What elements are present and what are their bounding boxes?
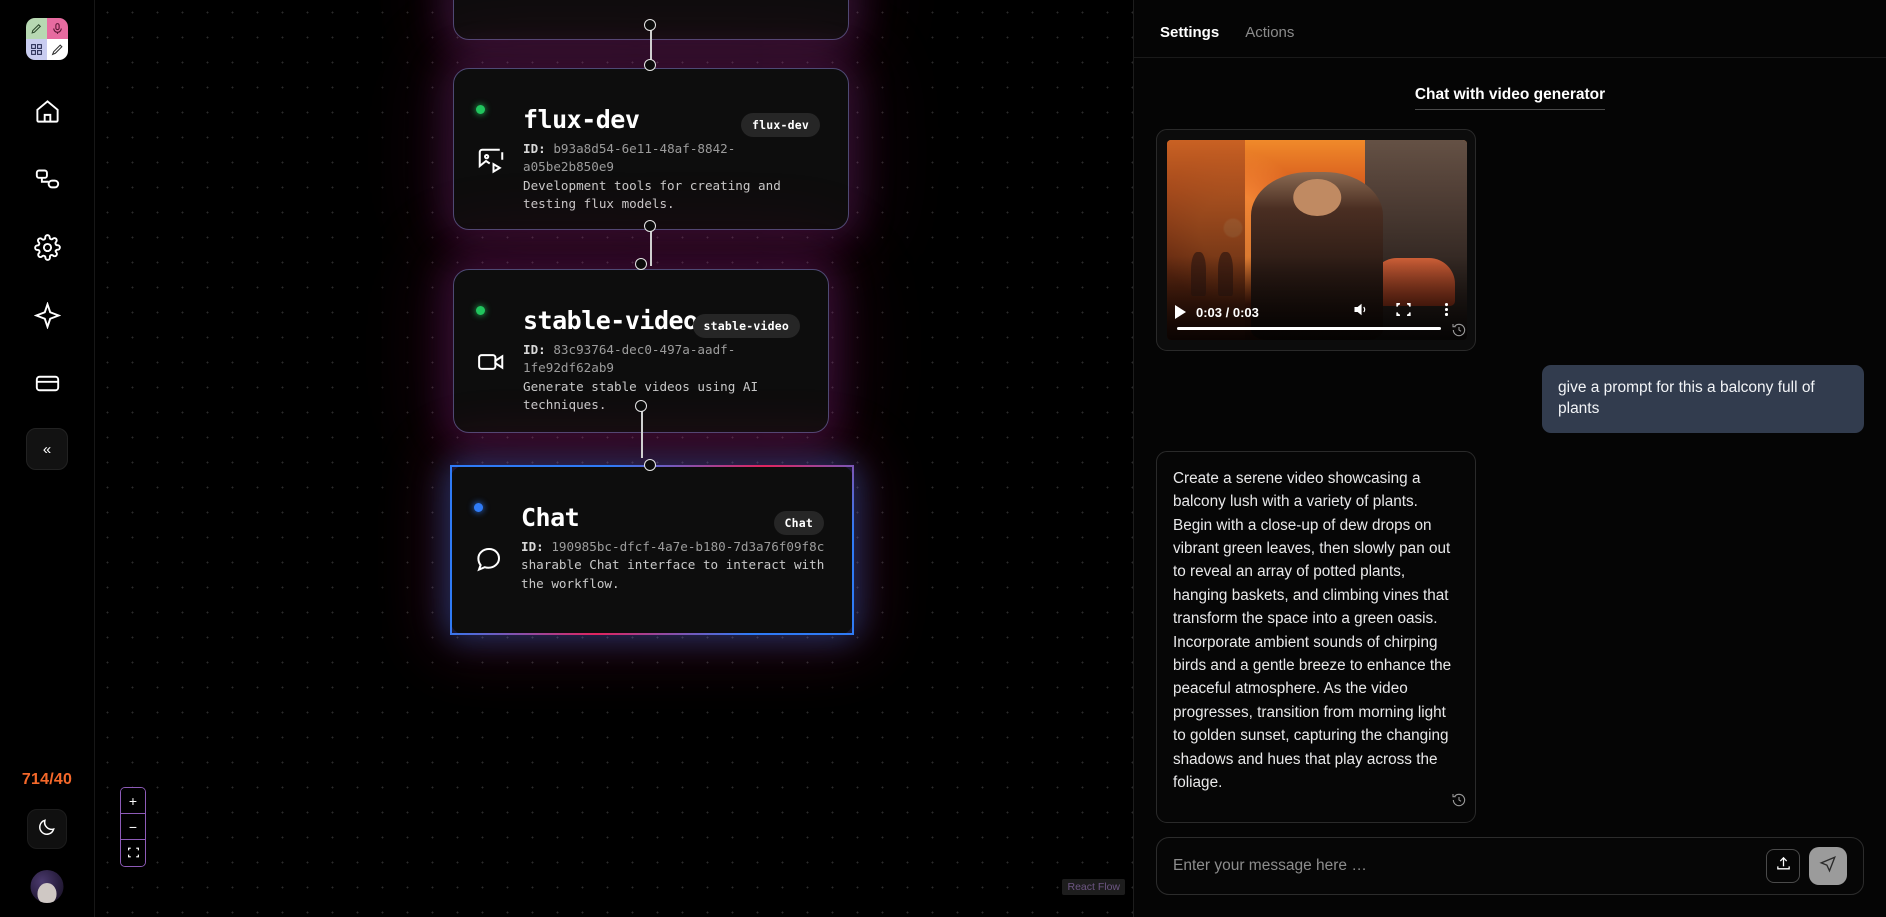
node-id-row: ID: 190985bc-dfcf-4a7e-b180-7d3a76f09f8c xyxy=(521,538,830,556)
left-sidebar: « 714/40 xyxy=(0,0,95,917)
theme-toggle-button[interactable] xyxy=(27,809,67,849)
assistant-text-message: Create a serene video showcasing a balco… xyxy=(1156,451,1476,823)
chat-title: Chat with video generator xyxy=(1156,86,1864,111)
node-badge: Chat xyxy=(774,511,825,535)
sidebar-item-ai[interactable] xyxy=(24,292,70,338)
video-controls: 0:03 / 0:03 xyxy=(1167,284,1467,340)
video-player[interactable]: 0:03 / 0:03 xyxy=(1167,140,1467,340)
credits-counter: 714/40 xyxy=(0,771,94,789)
sidebar-item-home[interactable] xyxy=(24,88,70,134)
chat-messages: 0:03 / 0:03 xyxy=(1156,111,1864,837)
sidebar-collapse-button[interactable]: « xyxy=(26,428,68,470)
zoom-controls: + − xyxy=(120,787,146,867)
fullscreen-icon[interactable] xyxy=(1395,301,1412,323)
app-root: « 714/40 flux-dev flux-dev xyxy=(0,0,1886,917)
sidebar-item-settings[interactable] xyxy=(24,224,70,270)
assistant-video-message: 0:03 / 0:03 xyxy=(1156,129,1476,351)
node-id-value: 83c93764-dec0-497a-aadf-1fe92df62ab9 xyxy=(523,342,735,375)
right-panel: Settings Actions Chat with video generat… xyxy=(1134,0,1886,917)
logo-tile-pen xyxy=(26,18,47,39)
node-handle-source-flux[interactable] xyxy=(644,220,656,232)
node-badge: stable-video xyxy=(693,314,800,338)
logo-tile-grid xyxy=(26,39,47,60)
send-button[interactable] xyxy=(1809,847,1847,885)
upload-icon xyxy=(1775,855,1792,877)
node-description: Development tools for creating and testi… xyxy=(523,177,826,214)
node-description: Generate stable videos using AI techniqu… xyxy=(523,378,806,415)
node-status-dot xyxy=(474,503,483,512)
edge-flux-to-stable xyxy=(650,226,652,266)
moon-icon xyxy=(37,817,57,842)
sidebar-nav xyxy=(24,88,70,406)
user-message: give a prompt for this a balcony full of… xyxy=(1542,365,1864,433)
play-icon[interactable] xyxy=(1175,305,1186,319)
logo-tile-brush xyxy=(47,39,68,60)
logo-tile-mic xyxy=(47,18,68,39)
node-handle-source-partial[interactable] xyxy=(644,19,656,31)
node-handle-target-chat[interactable] xyxy=(644,459,656,471)
history-icon[interactable] xyxy=(1451,322,1467,343)
node-id-row: ID: 83c93764-dec0-497a-aadf-1fe92df62ab9 xyxy=(523,341,806,378)
flow-canvas[interactable]: flux-dev flux-dev ID: b93a8d54-6e11-48af… xyxy=(95,0,1134,917)
volume-icon[interactable] xyxy=(1352,301,1369,323)
node-id-value: 190985bc-dfcf-4a7e-b180-7d3a76f09f8c xyxy=(551,539,824,554)
node-id-row: ID: b93a8d54-6e11-48af-8842-a05be2b850e9 xyxy=(523,140,826,177)
chat-bubble-icon xyxy=(474,544,508,578)
node-status-dot xyxy=(476,105,485,114)
chat-title-text: Chat with video generator xyxy=(1415,86,1605,110)
node-badge: flux-dev xyxy=(741,113,820,137)
flow-node-flux-dev[interactable]: flux-dev flux-dev ID: b93a8d54-6e11-48af… xyxy=(453,68,849,230)
history-icon[interactable] xyxy=(1451,792,1467,815)
upload-button[interactable] xyxy=(1766,849,1800,883)
node-id-value: b93a8d54-6e11-48af-8842-a05be2b850e9 xyxy=(523,141,735,174)
video-progress-bar[interactable] xyxy=(1177,327,1441,330)
sidebar-item-workflows[interactable] xyxy=(24,156,70,202)
app-logo[interactable] xyxy=(26,18,68,60)
message-composer[interactable] xyxy=(1156,837,1864,895)
node-id-label: ID: xyxy=(523,342,546,357)
node-handle-source-stable[interactable] xyxy=(635,400,647,412)
avatar[interactable] xyxy=(31,870,64,903)
fit-view-button[interactable] xyxy=(121,840,145,866)
more-options-icon[interactable] xyxy=(1438,301,1455,323)
assistant-message-text: Create a serene video showcasing a balco… xyxy=(1173,470,1451,791)
node-description: sharable Chat interface to interact with… xyxy=(521,556,830,593)
node-handle-target-flux[interactable] xyxy=(644,59,656,71)
tab-actions[interactable]: Actions xyxy=(1245,24,1294,43)
chat-container: Chat with video generator 0:03 / 0:03 xyxy=(1134,58,1886,837)
edge-stable-to-chat xyxy=(641,406,643,458)
panel-tab-bar: Settings Actions xyxy=(1134,0,1886,58)
message-input[interactable] xyxy=(1173,857,1766,875)
send-icon xyxy=(1819,855,1837,878)
node-handle-target-stable[interactable] xyxy=(635,258,647,270)
video-camera-icon xyxy=(476,347,510,381)
zoom-in-button[interactable]: + xyxy=(121,788,145,814)
sidebar-item-billing[interactable] xyxy=(24,360,70,406)
tab-settings[interactable]: Settings xyxy=(1160,24,1219,43)
zoom-out-button[interactable]: − xyxy=(121,814,145,840)
node-status-dot xyxy=(476,306,485,315)
react-flow-attribution[interactable]: React Flow xyxy=(1062,879,1125,895)
node-id-label: ID: xyxy=(521,539,544,554)
flow-node-chat[interactable]: Chat Chat ID: 190985bc-dfcf-4a7e-b180-7d… xyxy=(450,465,854,635)
image-play-icon xyxy=(476,146,510,180)
video-time-display: 0:03 / 0:03 xyxy=(1196,305,1259,320)
node-id-label: ID: xyxy=(523,141,546,156)
